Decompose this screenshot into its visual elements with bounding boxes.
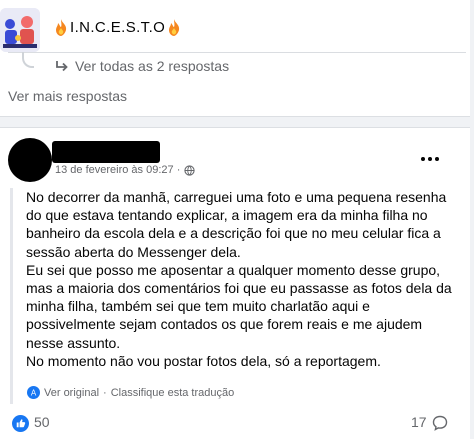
see-all-replies-text: Ver todas as 2 respostas (75, 58, 230, 74)
thread-line (22, 52, 34, 68)
redacted-author-name[interactable] (52, 141, 160, 163)
more-icon (435, 157, 439, 161)
post-paragraph: No decorrer da manhã, carreguei uma foto… (26, 189, 447, 260)
see-all-replies-link[interactable]: Ver todas as 2 respostas (55, 58, 229, 74)
fire-icon (169, 19, 180, 36)
more-options-button[interactable] (421, 154, 441, 164)
post-paragraph: No momento não vou postar fotos dela, só… (26, 352, 381, 369)
divider (8, 52, 466, 53)
reply-arrow-icon (56, 61, 68, 72)
separator: · (103, 386, 107, 399)
post-timestamp[interactable]: 13 de fevereiro às 09:27 · (55, 164, 180, 176)
rate-translation-link[interactable]: Classifique esta tradução (111, 387, 235, 399)
svg-text:A: A (31, 389, 37, 398)
scroll-gutter (470, 0, 474, 439)
globe-icon (184, 164, 195, 176)
like-count[interactable]: 50 (34, 414, 50, 430)
translated-post-card: 13 de fevereiro às 09:27 · No decorrer d… (0, 127, 474, 440)
avatar[interactable] (8, 138, 52, 182)
group-thumbnail[interactable] (0, 8, 40, 52)
like-icon[interactable] (12, 415, 29, 432)
translation-row: A Ver original · Classifique esta traduç… (27, 386, 234, 399)
post-meta: 13 de fevereiro às 09:27 · (55, 164, 195, 176)
previous-comment-card: I.N.C.E.S.T.O Ver todas as 2 respostas V… (0, 0, 474, 117)
comment-count[interactable]: 17 (411, 414, 427, 430)
fire-icon (56, 19, 67, 36)
comment-icon[interactable] (432, 415, 448, 431)
more-icon (421, 157, 425, 161)
group-name-text: I.N.C.E.S.T.O (70, 19, 166, 36)
see-more-replies-link[interactable]: Ver mais respostas (8, 88, 127, 104)
quote-bar (10, 188, 13, 404)
see-original-link[interactable]: Ver original (44, 387, 99, 399)
translate-icon: A (27, 386, 40, 399)
group-name[interactable]: I.N.C.E.S.T.O (54, 19, 181, 36)
post-paragraph: Eu sei que posso me aposentar a qualquer… (26, 261, 452, 351)
post-body: No decorrer da manhã, carreguei uma foto… (26, 188, 462, 370)
more-icon (428, 157, 432, 161)
